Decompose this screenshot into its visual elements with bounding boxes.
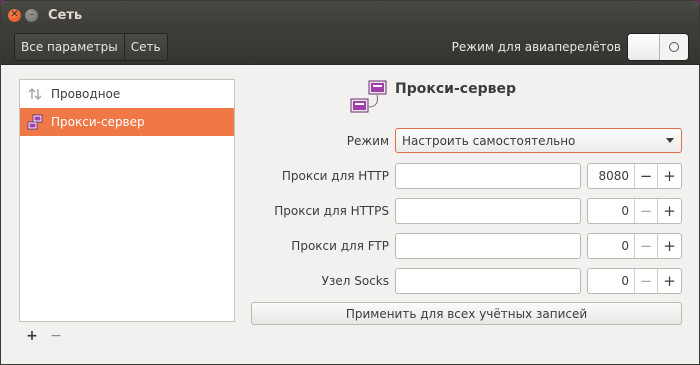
ftp-proxy-label: Прокси для FTP	[291, 239, 389, 253]
switch-knob	[628, 34, 660, 60]
sidebar-actions: + −	[25, 328, 63, 344]
port-value[interactable]: 0	[588, 234, 635, 258]
sidebar-item-proxy[interactable]: Прокси-сервер	[20, 108, 234, 136]
port-increment-button[interactable]: +	[658, 199, 681, 223]
remove-connection-button[interactable]: −	[49, 328, 63, 344]
switch-off-indicator	[660, 34, 688, 60]
breadcrumb-all-settings[interactable]: Все параметры	[15, 33, 125, 60]
title-bar: ✕ – Сеть	[1, 1, 699, 29]
mode-selected-value: Настроить самостоятельно	[402, 133, 576, 148]
toolbar: Все параметры Сеть Режим для авиаперелёт…	[1, 29, 699, 65]
off-circle-icon	[669, 42, 679, 52]
breadcrumb: Все параметры Сеть	[14, 32, 168, 61]
proxy-header	[349, 77, 389, 117]
https-proxy-host-field[interactable]	[395, 198, 581, 224]
mode-label: Режим	[346, 134, 389, 148]
airplane-mode-label: Режим для авиаперелётов	[451, 40, 621, 54]
socks-port-stepper: 0 − +	[587, 268, 682, 294]
port-decrement-button[interactable]: −	[635, 199, 658, 223]
minimize-window-button[interactable]: –	[25, 8, 38, 22]
sidebar-item-label: Прокси-сервер	[51, 115, 145, 129]
http-proxy-label: Прокси для HTTP	[281, 169, 389, 183]
chevron-down-icon	[666, 138, 674, 143]
window-title: Сеть	[48, 7, 83, 23]
mode-dropdown[interactable]: Настроить самостоятельно	[395, 128, 682, 153]
airplane-mode-switch[interactable]	[627, 33, 689, 61]
http-proxy-host-field[interactable]	[395, 163, 581, 189]
https-proxy-port-stepper: 0 − +	[587, 198, 682, 224]
port-value[interactable]: 0	[588, 269, 635, 293]
https-proxy-label: Прокси для HTTPS	[274, 204, 389, 218]
port-decrement-button[interactable]: −	[635, 269, 658, 293]
ftp-proxy-host-field[interactable]	[395, 233, 581, 259]
port-value[interactable]: 0	[588, 199, 635, 223]
close-icon: ✕	[10, 9, 19, 20]
wired-network-icon	[28, 87, 42, 101]
breadcrumb-network[interactable]: Сеть	[124, 33, 167, 60]
sidebar-item-wired[interactable]: Проводное	[20, 80, 234, 108]
socks-host-field[interactable]	[395, 268, 581, 294]
port-decrement-button[interactable]: −	[635, 234, 658, 258]
proxy-server-icon	[350, 80, 387, 113]
port-value[interactable]: 8080	[588, 164, 635, 188]
connections-list: Проводное Прокси-сервер	[19, 79, 235, 322]
sidebar-item-label: Проводное	[51, 87, 121, 101]
port-increment-button[interactable]: +	[658, 234, 681, 258]
close-window-button[interactable]: ✕	[8, 8, 21, 22]
airplane-mode: Режим для авиаперелётов	[452, 33, 689, 61]
http-proxy-port-stepper: 8080 − +	[587, 163, 682, 189]
ftp-proxy-port-stepper: 0 − +	[587, 233, 682, 259]
socks-host-label: Узел Socks	[321, 274, 389, 288]
network-settings-window: ✕ – Сеть Все параметры Сеть Режим для ав…	[0, 0, 700, 365]
port-decrement-button[interactable]: −	[635, 164, 658, 188]
port-increment-button[interactable]: +	[658, 269, 681, 293]
page-title: Прокси-сервер	[395, 81, 516, 97]
minimize-icon: –	[29, 9, 34, 20]
port-increment-button[interactable]: +	[658, 164, 681, 188]
add-connection-button[interactable]: +	[25, 328, 39, 344]
proxy-server-icon	[27, 114, 43, 130]
apply-system-wide-button[interactable]: Применить для всех учётных записей	[251, 302, 682, 325]
